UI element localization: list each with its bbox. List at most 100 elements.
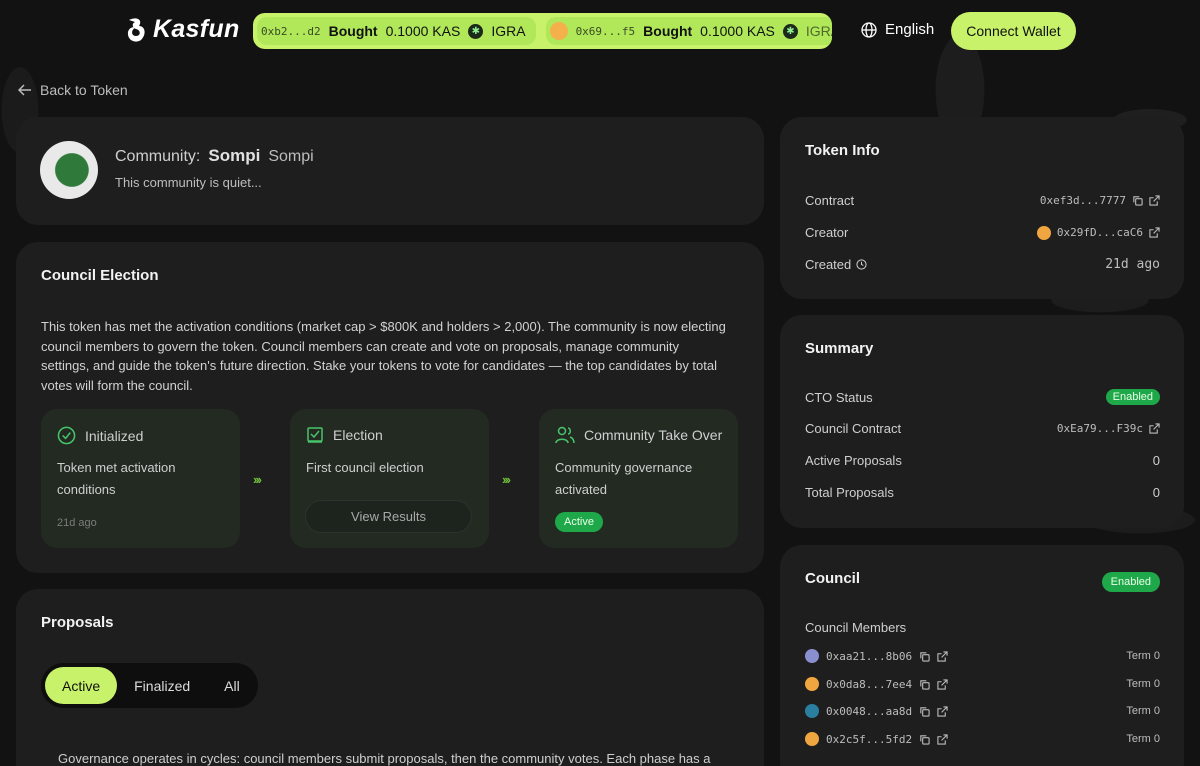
council-member-row: 0xaa21...8b06 Term 0	[805, 649, 1160, 663]
council-contract-row: Council Contract 0xEa79...F39c	[805, 421, 1160, 436]
connect-wallet-button[interactable]: Connect Wallet	[951, 12, 1076, 50]
council-member-row: 0x0048...aa8d Term 0	[805, 704, 1160, 718]
ticker-token: IGRA	[805, 23, 832, 39]
council-contract-label: Council Contract	[805, 421, 902, 436]
avatar	[549, 22, 568, 40]
active-proposals-row: Active Proposals 0	[805, 453, 1160, 468]
proposals-title: Proposals	[41, 614, 114, 631]
ticker-item[interactable]: 0x69...f5 Bought 0.1000 KAS ✱ IGRA	[545, 17, 832, 45]
external-link-icon[interactable]	[937, 705, 948, 717]
back-to-token-link[interactable]: Back to Token	[18, 82, 128, 98]
community-title: Community: Sompi Sompi	[115, 146, 314, 166]
external-link-icon[interactable]	[937, 678, 948, 690]
arrow-left-icon	[18, 84, 31, 96]
ballot-icon	[307, 427, 323, 443]
council-member-row: 0x0da8...7ee4 Term 0	[805, 677, 1160, 691]
created-value: 21d ago	[1105, 257, 1160, 272]
stage-description: First council election	[306, 460, 424, 475]
avatar	[805, 732, 819, 746]
member-address: 0x0048...aa8d	[826, 704, 913, 718]
community-label: Community:	[115, 148, 201, 165]
proposals-description: Governance operates in cycles: council m…	[58, 751, 711, 766]
stage-title: Election	[333, 427, 383, 443]
token-info-title: Token Info	[805, 142, 880, 159]
top-bar: Kasfun 0xb2...d2 Bought 0.1000 KAS ✱ IGR…	[0, 0, 1200, 62]
avatar	[805, 649, 819, 663]
copy-icon[interactable]	[919, 679, 930, 690]
globe-icon	[861, 21, 877, 38]
member-address: 0xaa21...8b06	[826, 649, 913, 663]
council-title: Council	[805, 570, 860, 587]
stage-description: Token met activation conditions	[57, 460, 176, 497]
ticker-action: Bought	[643, 23, 693, 39]
community-card: Community: Sompi Sompi This community is…	[16, 117, 764, 225]
back-label: Back to Token	[40, 82, 128, 98]
election-description: This token has met the activation condit…	[41, 319, 726, 393]
token-icon: ✱	[782, 23, 798, 39]
stage-time: 21d ago	[57, 517, 97, 529]
total-proposals-row: Total Proposals 0	[805, 485, 1160, 500]
language-selector[interactable]: English	[861, 21, 934, 38]
creator-address: 0x29fD...caC6	[1056, 226, 1143, 239]
copy-icon[interactable]	[919, 706, 930, 717]
stage-description: Community governance activated	[555, 460, 693, 497]
kasfun-logo-icon	[127, 17, 145, 42]
council-members-label: Council Members	[805, 620, 907, 635]
tab-active[interactable]: Active	[45, 667, 118, 704]
logo-text: Kasfun	[153, 15, 240, 43]
view-results-button[interactable]: View Results	[305, 500, 472, 533]
active-proposals-value: 0	[1152, 453, 1160, 468]
created-label: Created	[805, 257, 852, 272]
ticker-item[interactable]: 0xb2...d2 Bought 0.1000 KAS ✱ IGRA	[257, 17, 536, 45]
community-description: This community is quiet...	[115, 175, 262, 190]
chevrons-right-icon: ›››	[502, 472, 511, 487]
election-title: Council Election	[41, 267, 159, 284]
tab-finalized[interactable]: Finalized	[117, 667, 207, 704]
status-badge: Active	[555, 512, 603, 532]
member-term: Term 0	[1126, 705, 1160, 717]
stage-election: Election First council election View Res…	[290, 409, 489, 548]
status-badge: Enabled	[1105, 389, 1160, 405]
summary-card: Summary CTO Status Enabled Council Contr…	[780, 315, 1184, 528]
avatar	[805, 704, 819, 718]
external-link-icon[interactable]	[1149, 195, 1160, 206]
trade-ticker[interactable]: 0xb2...d2 Bought 0.1000 KAS ✱ IGRA 0x69.…	[253, 13, 832, 49]
council-card: Council Enabled Council Members 0xaa21..…	[780, 545, 1184, 766]
ticker-amount: 0.1000 KAS	[385, 23, 461, 39]
stage-title: Initialized	[85, 427, 144, 444]
ticker-action: Bought	[328, 23, 378, 39]
external-link-icon[interactable]	[937, 733, 948, 745]
copy-icon[interactable]	[919, 734, 930, 745]
stage-initialized: Initialized Token met activation conditi…	[41, 409, 240, 548]
tab-all[interactable]: All	[207, 667, 257, 704]
avatar	[805, 677, 819, 691]
council-member-row: 0x2c5f...5fd2 Term 0	[805, 732, 1160, 746]
external-link-icon[interactable]	[1149, 423, 1160, 434]
community-name: Sompi	[208, 146, 261, 165]
logo[interactable]: Kasfun	[125, 15, 240, 44]
check-circle-icon	[57, 426, 76, 445]
stage-title: Community Take Over	[584, 427, 723, 443]
copy-icon[interactable]	[1132, 195, 1143, 206]
stage-community-take-over: Community Take Over Community governance…	[539, 409, 738, 548]
contract-row: Contract 0xef3d...7777	[805, 193, 1160, 208]
ticker-address: 0x69...f5	[575, 24, 636, 38]
external-link-icon[interactable]	[937, 650, 948, 662]
total-proposals-value: 0	[1152, 485, 1160, 500]
ticker-amount: 0.1000 KAS	[700, 23, 775, 39]
avatar	[1036, 225, 1051, 240]
users-icon	[555, 426, 575, 444]
copy-icon[interactable]	[919, 651, 930, 662]
creator-label: Creator	[805, 225, 849, 240]
cto-label: CTO Status	[805, 389, 873, 405]
status-badge: Enabled	[1101, 572, 1160, 592]
external-link-icon[interactable]	[1149, 227, 1160, 238]
community-symbol: Sompi	[268, 148, 314, 165]
chevrons-right-icon: ›››	[253, 472, 262, 487]
summary-title: Summary	[805, 340, 874, 357]
created-row: Created 21d ago	[805, 257, 1160, 272]
contract-label: Contract	[805, 193, 855, 208]
community-avatar	[40, 141, 98, 199]
member-address: 0x2c5f...5fd2	[826, 732, 913, 746]
active-proposals-label: Active Proposals	[805, 453, 902, 468]
